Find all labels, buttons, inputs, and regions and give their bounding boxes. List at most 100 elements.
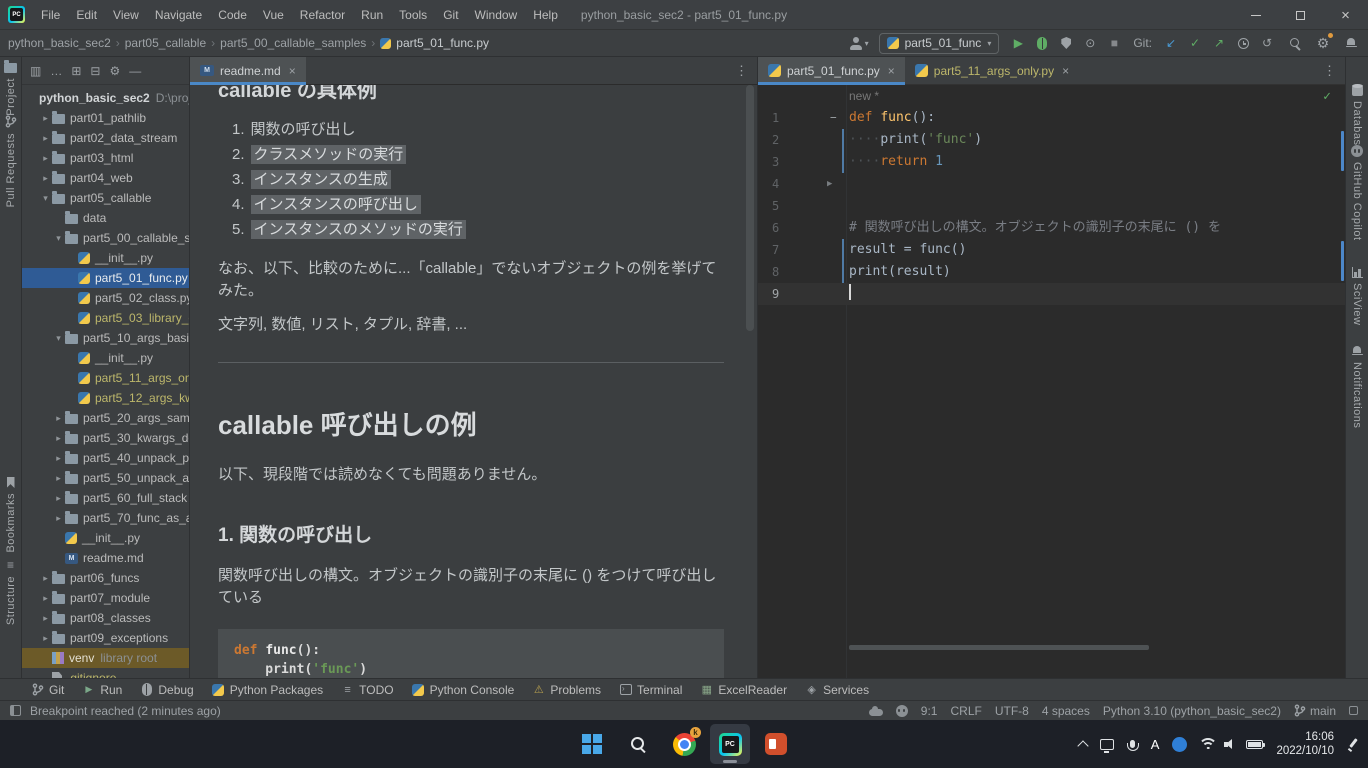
- tree-row-init-py[interactable]: __init__.py: [22, 248, 189, 268]
- tree-row-init-py[interactable]: __init__.py: [22, 348, 189, 368]
- menu-item-edit[interactable]: Edit: [68, 0, 105, 30]
- tree-row-init-py[interactable]: __init__.py: [22, 528, 189, 548]
- python-interpreter[interactable]: Python 3.10 (python_basic_sec2): [1103, 704, 1281, 718]
- inspections-ok-icon[interactable]: ✓: [1323, 89, 1331, 104]
- tab-options-menu[interactable]: ⋮: [1314, 57, 1345, 84]
- caret-position[interactable]: 9:1: [921, 704, 938, 718]
- file-encoding[interactable]: UTF-8: [995, 704, 1029, 718]
- tab-readme[interactable]: readme.md ×: [190, 57, 306, 84]
- taskbar-office-button[interactable]: [756, 724, 796, 764]
- status-message[interactable]: Breakpoint reached (2 minutes ago): [30, 704, 221, 718]
- rollback-button[interactable]: ↺: [1258, 34, 1276, 52]
- search-everywhere-button[interactable]: [1286, 34, 1304, 52]
- tool-strip-bookmarks[interactable]: Bookmarks: [0, 477, 21, 553]
- start-button[interactable]: [572, 724, 612, 764]
- chevron-down-icon[interactable]: ▾: [52, 333, 65, 344]
- tree-row-part5-20-args-samples[interactable]: ▸part5_20_args_samples: [22, 408, 189, 428]
- code-editor[interactable]: new * 1def func():2····print('func')3···…: [758, 85, 1345, 678]
- editor-line[interactable]: 4: [758, 173, 1345, 195]
- run-configuration-select[interactable]: part5_01_func ▾: [879, 33, 1000, 54]
- chevron-right-icon[interactable]: ▸: [52, 473, 65, 484]
- editor-line[interactable]: 5: [758, 195, 1345, 217]
- notifications-button[interactable]: [1342, 34, 1360, 52]
- toolwindow-python-console[interactable]: Python Console: [403, 679, 524, 700]
- menu-item-tools[interactable]: Tools: [391, 0, 435, 30]
- collapse-all-icon[interactable]: ⊟: [90, 65, 100, 77]
- tree-row-part5-01-func-py[interactable]: part5_01_func.py: [22, 268, 189, 288]
- close-icon[interactable]: ×: [1062, 64, 1069, 78]
- maximize-button[interactable]: [1278, 0, 1323, 30]
- more-options-icon[interactable]: …: [50, 65, 62, 77]
- copilot-status-icon[interactable]: [896, 705, 908, 717]
- tree-row-part5-50-unpack-argum[interactable]: ▸part5_50_unpack_argum: [22, 468, 189, 488]
- user-account-button[interactable]: ▾: [850, 37, 869, 50]
- update-project-button[interactable]: ↙: [1162, 34, 1180, 52]
- menu-item-refactor[interactable]: Refactor: [292, 0, 353, 30]
- menu-item-file[interactable]: File: [33, 0, 68, 30]
- tool-strip-github-copilot[interactable]: GitHub Copilot: [1346, 145, 1368, 241]
- tool-strip-pull-requests[interactable]: Pull Requests: [0, 115, 21, 207]
- editor-line[interactable]: 1def func():: [758, 107, 1345, 129]
- chevron-right-icon[interactable]: ▸: [39, 613, 52, 624]
- toolwindow-python-packages[interactable]: Python Packages: [203, 679, 332, 700]
- indent-style[interactable]: 4 spaces: [1042, 704, 1090, 718]
- debug-button[interactable]: [1033, 34, 1051, 52]
- tool-strip-structure[interactable]: ≡Structure: [0, 559, 21, 625]
- chevron-right-icon[interactable]: ▸: [39, 173, 52, 184]
- tool-strip-notifications[interactable]: Notifications: [1346, 345, 1368, 428]
- minimize-button[interactable]: [1233, 0, 1278, 30]
- tool-strip-sciview[interactable]: SciView: [1346, 267, 1368, 325]
- close-button[interactable]: ×: [1323, 0, 1368, 30]
- settings-gear-icon[interactable]: ⚙: [109, 65, 120, 77]
- tree-row-readme-md[interactable]: readme.md: [22, 548, 189, 568]
- breadcrumb-item[interactable]: part05_callable: [125, 36, 206, 50]
- close-icon[interactable]: ×: [888, 64, 895, 78]
- tree-row-part05-callable[interactable]: ▾part05_callable: [22, 188, 189, 208]
- tab-options-menu[interactable]: ⋮: [726, 57, 757, 84]
- tree-row-part5-70-func-as-arg[interactable]: ▸part5_70_func_as_arg: [22, 508, 189, 528]
- tree-row-part02-data-stream[interactable]: ▸part02_data_stream: [22, 128, 189, 148]
- tree-row-gitignore[interactable]: .gitignore: [22, 668, 189, 678]
- taskbar-search-button[interactable]: [618, 724, 658, 764]
- tree-row-part04-web[interactable]: ▸part04_web: [22, 168, 189, 188]
- toolwindow-terminal[interactable]: Terminal: [610, 679, 691, 700]
- chevron-down-icon[interactable]: ▾: [39, 193, 52, 204]
- cloud-status-icon[interactable]: [869, 709, 883, 716]
- git-branch-widget[interactable]: main: [1294, 704, 1336, 718]
- tool-window-toggle-icon[interactable]: [10, 705, 21, 716]
- pen-icon[interactable]: [1347, 737, 1360, 751]
- coverage-button[interactable]: [1057, 34, 1075, 52]
- profiler-button[interactable]: ⊙: [1081, 34, 1099, 52]
- editor-line[interactable]: 7result = func(): [758, 239, 1345, 261]
- close-icon[interactable]: ×: [289, 64, 296, 78]
- toolwindow-run[interactable]: ▶Run: [73, 679, 131, 700]
- tree-row-part01-pathlib[interactable]: ▸part01_pathlib: [22, 108, 189, 128]
- breadcrumb-item[interactable]: part5_01_func.py: [396, 36, 489, 50]
- tree-row-part5-12-args-kwargs[interactable]: part5_12_args_kwargs: [22, 388, 189, 408]
- run-button[interactable]: ▶: [1009, 34, 1027, 52]
- expand-all-icon[interactable]: ⊞: [71, 65, 81, 77]
- tree-row-part5-11-args-only-py[interactable]: part5_11_args_only.py: [22, 368, 189, 388]
- chevron-right-icon[interactable]: ▸: [39, 593, 52, 604]
- editor-line[interactable]: 8print(result): [758, 261, 1345, 283]
- tool-strip-database[interactable]: Database: [1346, 83, 1368, 152]
- chevron-right-icon[interactable]: ▸: [52, 453, 65, 464]
- tray-indicator-icon[interactable]: [1172, 737, 1187, 752]
- tree-row-part09-exceptions[interactable]: ▸part09_exceptions: [22, 628, 189, 648]
- code-vision-hint[interactable]: new *: [758, 85, 1345, 107]
- editor-line[interactable]: 6# 関数呼び出しの構文。オブジェクトの識別子の末尾に () を: [758, 217, 1345, 239]
- toolwindow-problems[interactable]: ⚠Problems: [523, 679, 610, 700]
- chevron-right-icon[interactable]: ▸: [39, 113, 52, 124]
- chevron-right-icon[interactable]: ▸: [39, 573, 52, 584]
- tree-row-part5-00-callable-samples[interactable]: ▾part5_00_callable_samples: [22, 228, 189, 248]
- menu-item-window[interactable]: Window: [467, 0, 526, 30]
- tree-row-part5-60-full-stack[interactable]: ▸part5_60_full_stack: [22, 488, 189, 508]
- menu-item-git[interactable]: Git: [435, 0, 466, 30]
- editor-line[interactable]: 3····return 1: [758, 151, 1345, 173]
- stop-button[interactable]: ■: [1105, 34, 1123, 52]
- hidden-icons-chevron[interactable]: [1077, 740, 1088, 751]
- chevron-right-icon[interactable]: ▸: [52, 493, 65, 504]
- breadcrumb-item[interactable]: python_basic_sec2: [8, 36, 111, 50]
- chevron-right-icon[interactable]: ▸: [39, 133, 52, 144]
- tree-row-part5-40-unpack-param[interactable]: ▸part5_40_unpack_param: [22, 448, 189, 468]
